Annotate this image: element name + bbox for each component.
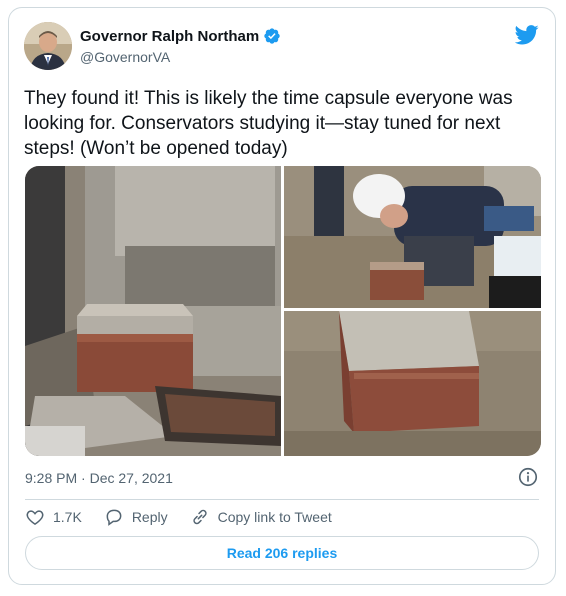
- tweet-card: Governor Ralph Northam @GovernorVA They …: [8, 7, 556, 585]
- heart-icon: [26, 510, 44, 525]
- reply-label: Reply: [131, 509, 168, 525]
- like-button[interactable]: 1.7K: [25, 507, 82, 527]
- link-icon: [192, 509, 207, 525]
- twitter-bird-icon[interactable]: [515, 25, 539, 45]
- reply-button[interactable]: Reply: [104, 507, 168, 527]
- photo-time-capsule-box[interactable]: [284, 311, 541, 456]
- avatar[interactable]: [24, 22, 72, 70]
- copy-link-label: Copy link to Tweet: [217, 509, 332, 525]
- photo-workers-lifting-box[interactable]: [284, 166, 541, 308]
- author-row: Governor Ralph Northam: [80, 27, 281, 45]
- tweet-timestamp[interactable]: 9:28 PM · Dec 27, 2021: [25, 470, 173, 486]
- read-replies-button[interactable]: Read 206 replies: [25, 536, 539, 570]
- info-icon[interactable]: [517, 466, 539, 488]
- action-bar: 1.7K Reply Copy link to Tweet: [25, 507, 354, 527]
- tweet-media[interactable]: [25, 166, 541, 456]
- divider: [25, 499, 539, 500]
- verified-badge-icon: [264, 28, 280, 44]
- author-handle[interactable]: @GovernorVA: [80, 49, 170, 65]
- photo-excavation-site[interactable]: [25, 166, 281, 456]
- copy-link-button[interactable]: Copy link to Tweet: [190, 507, 332, 527]
- like-count: 1.7K: [53, 509, 82, 525]
- tweet-text: They found it! This is likely the time c…: [24, 88, 513, 159]
- author-name[interactable]: Governor Ralph Northam: [80, 28, 259, 45]
- reply-bubble-icon: [106, 509, 122, 526]
